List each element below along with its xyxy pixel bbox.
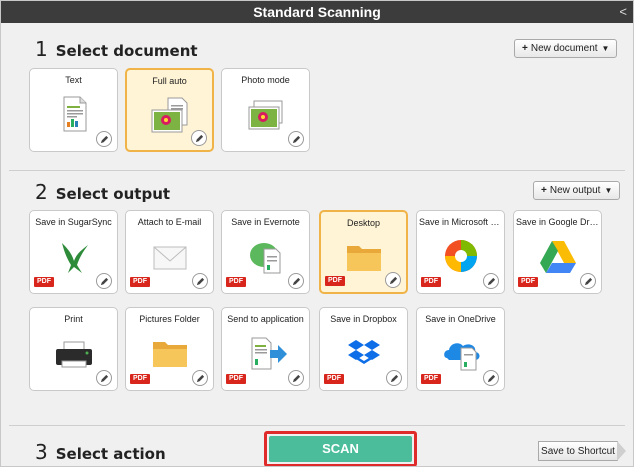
output-card-microsoft[interactable]: Save in Microsoft S... PDF (416, 210, 505, 294)
new-document-button[interactable]: + New document ▼ (514, 39, 618, 58)
pdf-badge: PDF (421, 374, 441, 384)
scan-button[interactable]: SCAN (269, 436, 412, 462)
output-card-google-drive[interactable]: Save in Google Dri... PDF (513, 210, 602, 294)
evernote-icon (249, 243, 280, 274)
section-number: 2 (35, 180, 48, 204)
save-to-shortcut-button[interactable]: Save to Shortcut (538, 441, 618, 461)
edit-pencil-icon[interactable] (96, 370, 112, 386)
shortcut-arrow-icon (617, 441, 626, 461)
section-title: Select action (55, 445, 166, 463)
new-output-button[interactable]: + New output ▼ (533, 181, 621, 200)
card-label: Save in Evernote (231, 217, 300, 227)
pdf-badge: PDF (34, 277, 54, 287)
pictures-folder-icon (152, 342, 187, 367)
card-label: Save in Dropbox (330, 314, 397, 324)
send-to-application-icon (251, 337, 287, 370)
dropbox-icon (347, 340, 380, 364)
photo-mode-icon (248, 100, 282, 130)
edit-pencil-icon[interactable] (483, 273, 499, 289)
document-card-text[interactable]: Text (29, 68, 118, 152)
edit-pencil-icon[interactable] (385, 272, 401, 288)
card-label: Print (64, 314, 83, 324)
section-number: 1 (35, 37, 48, 61)
edit-pencil-icon[interactable] (288, 370, 304, 386)
output-card-print[interactable]: Print (29, 307, 118, 391)
printer-icon (55, 341, 92, 368)
plus-icon: + (522, 43, 528, 54)
output-card-onedrive[interactable]: Save in OneDrive PDF (416, 307, 505, 391)
card-label: Save in Google Dri... (516, 217, 599, 227)
output-card-dropbox[interactable]: Save in Dropbox PDF (319, 307, 408, 391)
dropdown-caret-icon: ▼ (604, 186, 613, 195)
new-output-label: New output (549, 185, 601, 196)
output-card-desktop[interactable]: Desktop PDF (319, 210, 408, 294)
card-label: Pictures Folder (139, 314, 200, 324)
section-title: Select document (55, 42, 198, 60)
onedrive-icon (443, 343, 479, 371)
edit-pencil-icon[interactable] (580, 273, 596, 289)
document-card-full-auto[interactable]: Full auto (125, 68, 214, 152)
card-label: Save in OneDrive (425, 314, 496, 324)
edit-pencil-icon[interactable] (191, 130, 207, 146)
card-label: Desktop (346, 218, 381, 228)
full-auto-icon (151, 97, 187, 133)
card-label: Send to application (227, 314, 304, 324)
pdf-badge: PDF (130, 277, 150, 287)
sugarsync-icon (61, 243, 88, 273)
output-card-evernote[interactable]: Save in Evernote PDF (221, 210, 310, 294)
edit-pencil-icon[interactable] (288, 273, 304, 289)
section-title: Select output (55, 185, 171, 203)
window-title: Standard Scanning (253, 4, 381, 20)
google-drive-icon (539, 241, 576, 273)
pdf-badge: PDF (324, 374, 344, 384)
new-document-label: New document (530, 43, 598, 54)
section-select-document-heading: 1 Select document (35, 37, 198, 61)
card-label: Photo mode (241, 75, 290, 85)
edit-pencil-icon[interactable] (483, 370, 499, 386)
back-chevron-icon[interactable]: < (619, 1, 627, 23)
card-label: Save in SugarSync (35, 217, 112, 227)
output-card-sugarsync[interactable]: Save in SugarSync PDF (29, 210, 118, 294)
section-select-output-heading: 2 Select output (35, 180, 170, 204)
edit-pencil-icon[interactable] (192, 370, 208, 386)
edit-pencil-icon[interactable] (96, 131, 112, 147)
microsoft-sharepoint-icon (444, 240, 477, 272)
text-document-icon (63, 96, 86, 132)
output-card-send-to-application[interactable]: Send to application PDF (221, 307, 310, 391)
output-card-email[interactable]: Attach to E-mail PDF (125, 210, 214, 294)
pdf-badge: PDF (518, 277, 538, 287)
pdf-badge: PDF (226, 277, 246, 287)
pdf-badge: PDF (421, 277, 441, 287)
standard-scanning-window: Standard Scanning < 1 Select document + Ne… (0, 0, 634, 467)
edit-pencil-icon[interactable] (288, 131, 304, 147)
card-label: Save in Microsoft S... (419, 217, 502, 227)
email-icon (153, 246, 186, 270)
section-select-action-heading: 3 Select action (35, 440, 166, 464)
section-divider (9, 425, 625, 426)
section-divider (9, 170, 625, 171)
card-label: Text (65, 75, 82, 85)
pdf-badge: PDF (325, 276, 345, 286)
title-bar: Standard Scanning < (1, 1, 633, 23)
edit-pencil-icon[interactable] (192, 273, 208, 289)
section-number: 3 (35, 440, 48, 464)
desktop-folder-icon (346, 246, 381, 271)
pdf-badge: PDF (226, 374, 246, 384)
card-label: Attach to E-mail (137, 217, 202, 227)
document-card-photo-mode[interactable]: Photo mode (221, 68, 310, 152)
card-label: Full auto (152, 76, 187, 86)
edit-pencil-icon[interactable] (386, 370, 402, 386)
dropdown-caret-icon: ▼ (601, 44, 610, 53)
plus-icon: + (541, 185, 547, 196)
edit-pencil-icon[interactable] (96, 273, 112, 289)
pdf-badge: PDF (130, 374, 150, 384)
output-card-pictures-folder[interactable]: Pictures Folder PDF (125, 307, 214, 391)
